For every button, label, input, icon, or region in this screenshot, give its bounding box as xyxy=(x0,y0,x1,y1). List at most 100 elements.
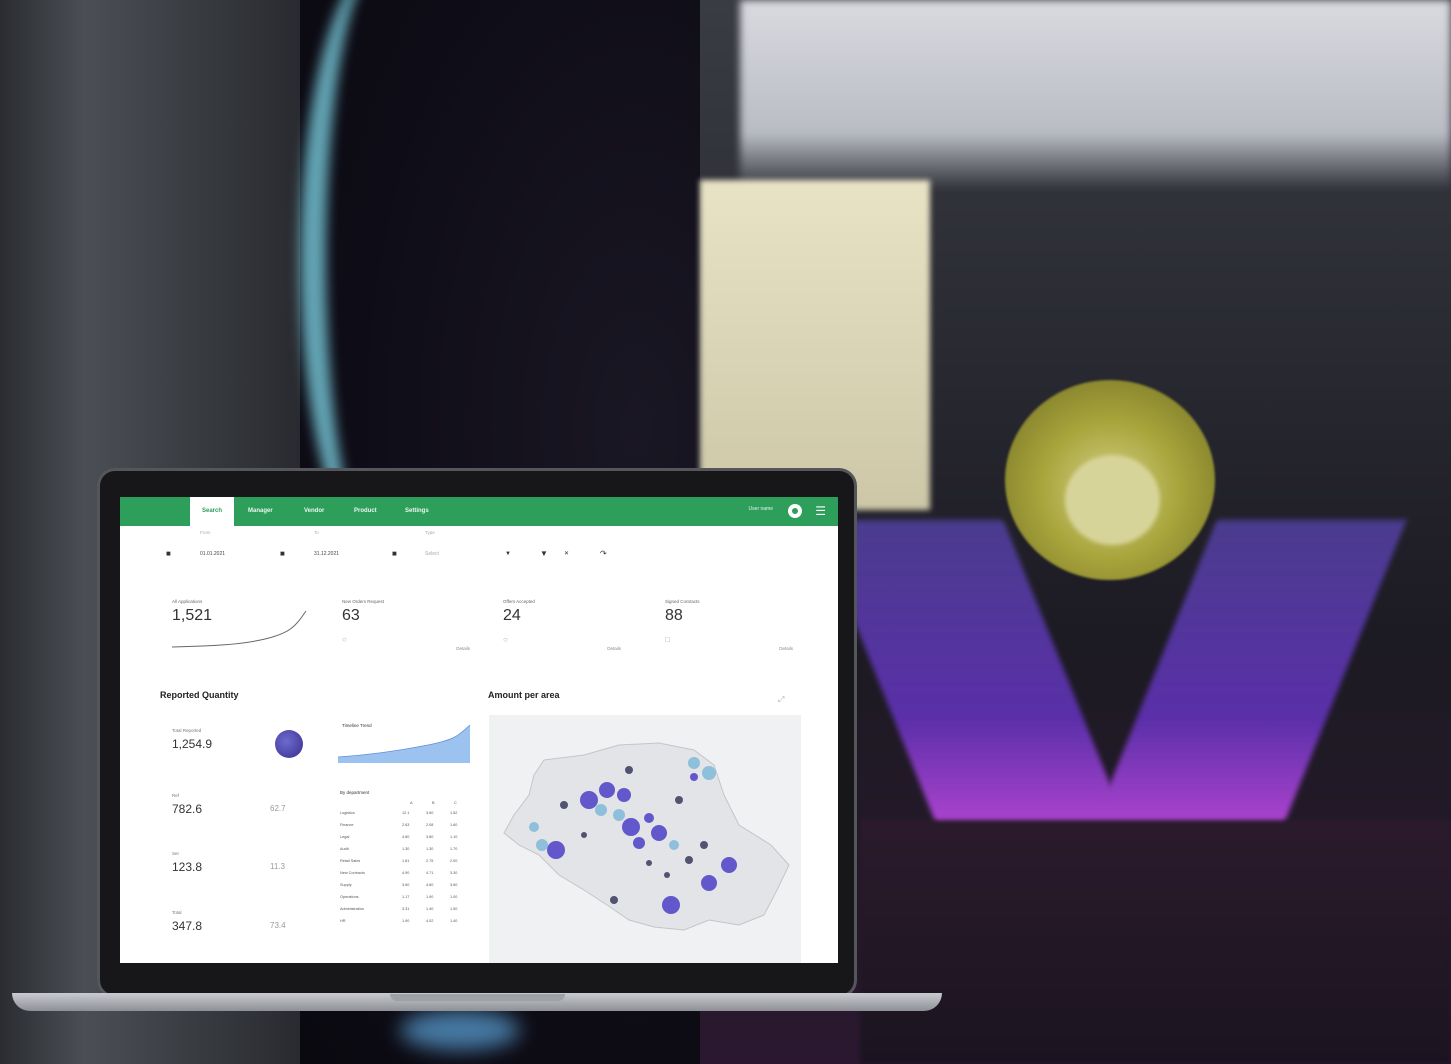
details-link[interactable]: Details xyxy=(607,646,621,651)
cell-value: 3.80 xyxy=(426,835,434,839)
cell-value: 1.90 xyxy=(426,895,434,899)
map-bubble[interactable] xyxy=(644,813,654,823)
map-bubble[interactable] xyxy=(625,766,633,774)
cell-value: 1.10 xyxy=(450,835,458,839)
details-link[interactable]: Details xyxy=(456,646,470,651)
map-bubble[interactable] xyxy=(580,791,598,809)
cell-value: 1.40 xyxy=(426,907,434,911)
calendar-icon[interactable]: ■ xyxy=(166,544,171,564)
avatar[interactable] xyxy=(788,504,802,518)
map-bubble[interactable] xyxy=(688,757,700,769)
type-label: Type xyxy=(425,530,435,535)
metric-label: Ser xyxy=(172,851,180,856)
tab-product[interactable]: Product xyxy=(354,497,377,526)
hub-core xyxy=(1065,455,1160,545)
kpi-label: Signed Contracts xyxy=(665,599,700,604)
map-card xyxy=(489,715,801,963)
cell-value: 4.90 xyxy=(402,871,410,875)
cell-value: 3.30 xyxy=(450,871,458,875)
user-name[interactable]: User name xyxy=(749,506,773,512)
check-icon: ○ xyxy=(503,635,508,644)
cell-value: 12.1 xyxy=(402,811,410,815)
table-row: Audit 1.30 1.30 1.70 xyxy=(340,847,468,856)
map-bubble[interactable] xyxy=(529,822,539,832)
tab-search[interactable]: Search xyxy=(190,497,235,526)
map-bubble[interactable] xyxy=(560,801,568,809)
breakdown-title: By department xyxy=(340,790,370,795)
table-row: Legal 4.80 3.80 1.10 xyxy=(340,835,468,844)
map-bubble[interactable] xyxy=(721,857,737,873)
cell-value: 1.17 xyxy=(402,895,410,899)
details-link[interactable]: Details xyxy=(779,646,793,651)
map-outline xyxy=(503,742,790,931)
from-label: From xyxy=(200,530,211,535)
to-date-field[interactable]: 31.12.2021 xyxy=(314,544,384,564)
export-icon[interactable]: ↷ xyxy=(600,544,607,564)
cell-value: 4.02 xyxy=(426,919,434,923)
column-header: B xyxy=(432,801,435,805)
cell-value: 3.60 xyxy=(450,883,458,887)
map-bubble[interactable] xyxy=(599,782,615,798)
calendar-icon[interactable]: ■ xyxy=(280,544,285,564)
cream-block xyxy=(700,180,930,510)
map-bubble[interactable] xyxy=(701,875,717,891)
clock-icon: ○ xyxy=(342,635,347,644)
cell-value: 1.50 xyxy=(450,907,458,911)
from-date-field[interactable]: 01.01.2021 xyxy=(200,544,270,564)
map-bubble[interactable] xyxy=(547,841,565,859)
cell-value: 1.52 xyxy=(450,811,458,815)
tab-manager[interactable]: Manager xyxy=(248,497,273,526)
cell-value: 4.71 xyxy=(426,871,434,875)
pie-chart xyxy=(275,730,303,758)
menu-icon[interactable]: ☰ xyxy=(815,504,826,518)
table-row: Operations 1.17 1.90 1.00 xyxy=(340,895,468,904)
kpi-value: 88 xyxy=(665,607,683,624)
row-label: Administration xyxy=(340,907,365,911)
row-label: Legal xyxy=(340,835,350,839)
chevron-down-icon[interactable]: ▼ xyxy=(505,544,511,564)
kpi-card: Signed Contracts 88 □ Details xyxy=(655,589,805,661)
row-label: New Contracts xyxy=(340,871,365,875)
row-label: Operations xyxy=(340,895,359,899)
map-bubble[interactable] xyxy=(633,837,645,849)
metric-percent: 73.4 xyxy=(270,921,286,930)
map-bubble[interactable] xyxy=(662,896,680,914)
map-bubble[interactable] xyxy=(613,809,625,821)
map-bubble[interactable] xyxy=(685,856,693,864)
filter-icon[interactable]: ▼ xyxy=(540,544,548,564)
map-bubble[interactable] xyxy=(700,841,708,849)
calendar-icon[interactable]: ■ xyxy=(392,544,397,564)
row-label: Finance xyxy=(340,823,354,827)
map-bubble[interactable] xyxy=(536,839,548,851)
to-label: To xyxy=(314,530,319,535)
table-row: Retail Sales 1.81 2.75 2.00 xyxy=(340,859,468,868)
map-bubble[interactable] xyxy=(664,872,670,878)
map-bubble[interactable] xyxy=(675,796,683,804)
kpi-label: New Orders Request xyxy=(342,599,385,604)
column-header: C xyxy=(454,801,457,805)
map-bubble[interactable] xyxy=(702,766,716,780)
map-bubble[interactable] xyxy=(622,818,640,836)
table-row: Logistics 12.1 3.60 1.52 xyxy=(340,811,468,820)
column-header: A xyxy=(410,801,413,805)
map-bubble[interactable] xyxy=(617,788,631,802)
map-bubble[interactable] xyxy=(651,825,667,841)
map-bubble[interactable] xyxy=(595,804,607,816)
map-bubble[interactable] xyxy=(581,832,587,838)
tab-vendor[interactable]: Vendor xyxy=(304,497,324,526)
floor xyxy=(860,820,1451,1064)
timeline-area-chart xyxy=(338,724,471,763)
close-icon[interactable]: ✕ xyxy=(564,544,569,564)
kpi-value: 63 xyxy=(342,607,360,624)
map-bubble[interactable] xyxy=(690,773,698,781)
cell-value: 1.60 xyxy=(450,823,458,827)
map-bubble[interactable] xyxy=(610,896,618,904)
cell-value: 4.60 xyxy=(426,883,434,887)
tab-settings[interactable]: Settings xyxy=(405,497,429,526)
kpi-sparkline xyxy=(171,610,307,648)
map-bubble[interactable] xyxy=(646,860,652,866)
map-bubble[interactable] xyxy=(669,840,679,850)
expand-icon[interactable]: ⤢ xyxy=(778,695,784,705)
type-select[interactable]: Select xyxy=(425,544,510,564)
row-label: HR xyxy=(340,919,346,923)
